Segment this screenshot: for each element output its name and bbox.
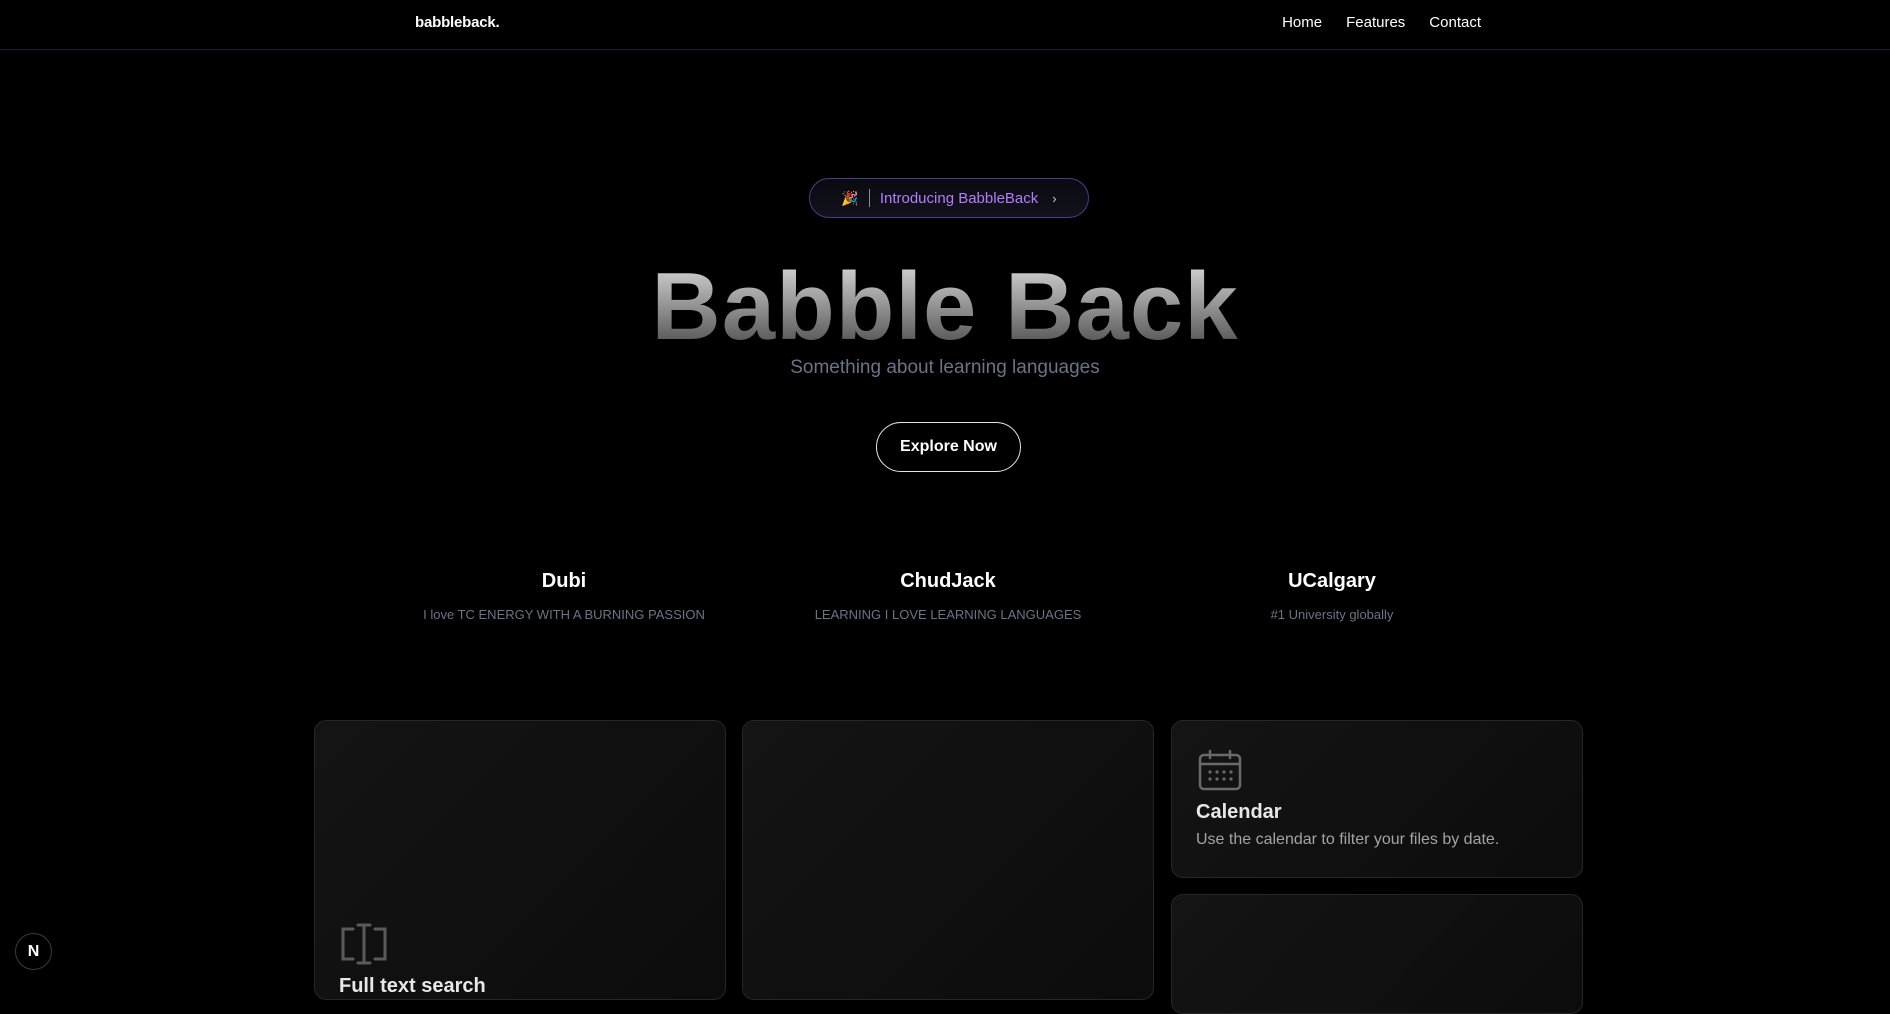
stat-title: UCalgary [1288, 570, 1376, 592]
nav-link-contact[interactable]: Contact [1429, 14, 1481, 31]
nav-link-features[interactable]: Features [1346, 14, 1405, 31]
dev-tools-badge[interactable]: N [15, 933, 52, 970]
stat-description: LEARNING I LOVE LEARNING LANGUAGES [814, 607, 1082, 622]
nav-links: Home Features Contact [1282, 14, 1481, 31]
feature-card-calendar[interactable]: Calendar Use the calendar to filter your… [1171, 720, 1583, 878]
stat-description: #1 University globally [1270, 607, 1394, 622]
hero-title: Babble Back [0, 252, 1890, 362]
calendar-icon [1198, 749, 1242, 796]
stat-item: ChudJack LEARNING I LOVE LEARNING LANGUA… [788, 570, 1108, 622]
intro-badge-label: Introducing BabbleBack [879, 189, 1039, 207]
party-popper-icon: 🎉 [841, 189, 859, 206]
fulltext-title: Full text search [339, 975, 486, 997]
top-navbar: babbleback. Home Features Contact [0, 0, 1890, 50]
hero-subtitle: Something about learning languages [790, 357, 1100, 378]
explore-now-button[interactable]: Explore Now [876, 422, 1021, 472]
nav-link-home[interactable]: Home [1282, 14, 1322, 31]
stat-description: I love TC ENERGY WITH A BURNING PASSION [423, 607, 705, 622]
text-cursor-icon [339, 923, 389, 972]
feature-card-fulltext[interactable]: Full text search [314, 720, 726, 1000]
stat-item: Dubi I love TC ENERGY WITH A BURNING PAS… [404, 570, 724, 622]
brand-logo[interactable]: babbleback. [415, 14, 500, 31]
chevron-right-icon: › [1052, 190, 1057, 206]
stat-title: Dubi [541, 570, 587, 592]
stat-title: ChudJack [900, 570, 996, 592]
stat-item: UCalgary #1 University globally [1172, 570, 1492, 622]
badge-divider [868, 189, 870, 207]
calendar-title: Calendar [1196, 801, 1282, 823]
intro-badge[interactable]: 🎉 Introducing BabbleBack › [809, 178, 1089, 218]
feature-card-bottom[interactable] [1171, 894, 1583, 1014]
feature-card-blank[interactable] [742, 720, 1154, 1000]
calendar-description: Use the calendar to filter your files by… [1196, 831, 1500, 848]
